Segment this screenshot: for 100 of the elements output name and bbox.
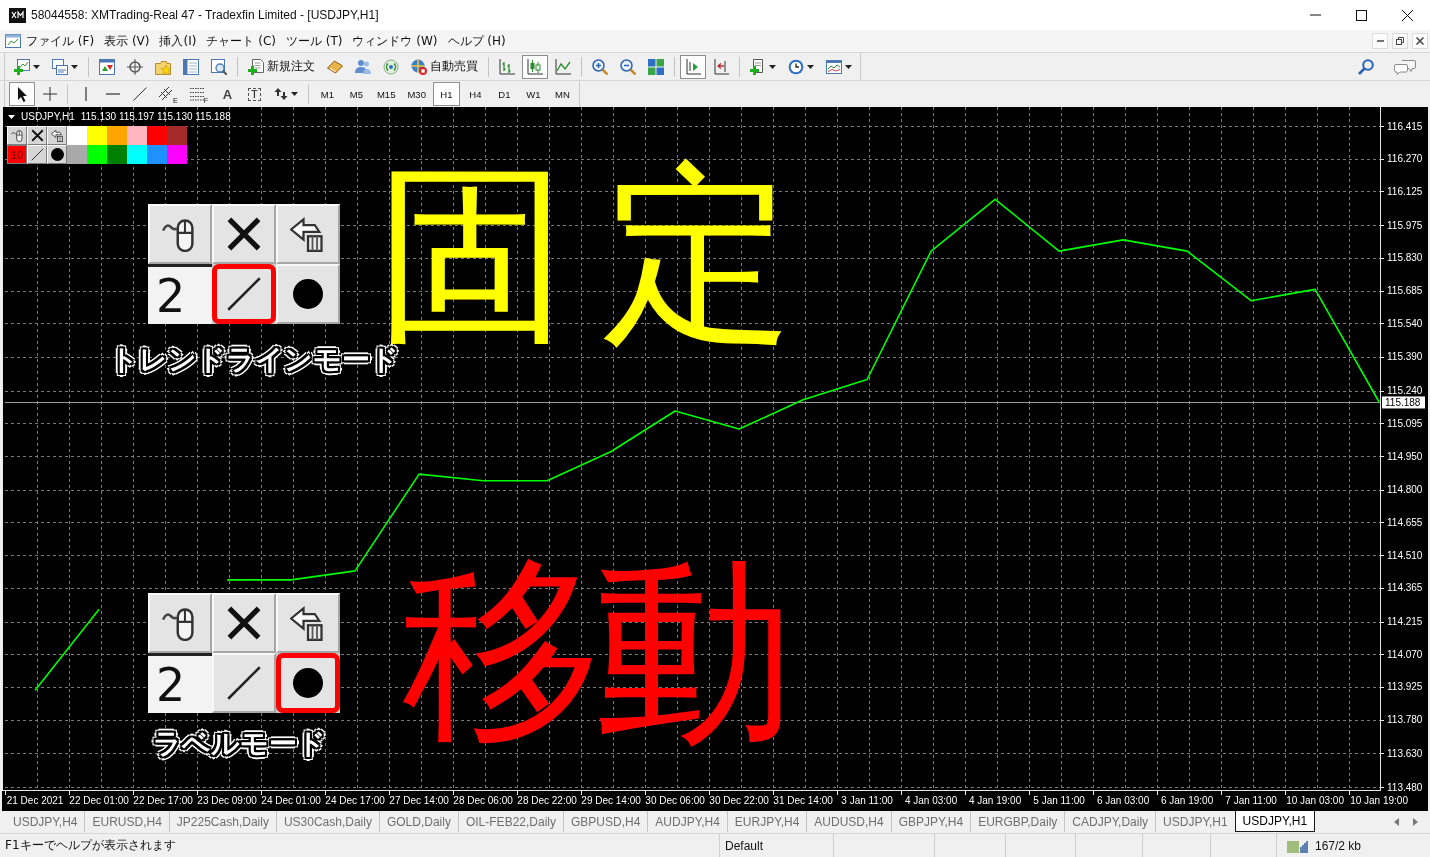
line-icon: [226, 276, 262, 312]
swatch-icon[interactable]: [147, 126, 167, 145]
price-axis-label: 114.510: [1387, 549, 1423, 561]
timeframe-button[interactable]: W1: [519, 82, 547, 106]
chart-tab[interactable]: AUDJPY,H4: [647, 811, 727, 832]
signal-icon: [383, 58, 399, 75]
menu-item[interactable]: 表示 (V): [99, 30, 155, 52]
close-icon: [226, 605, 262, 641]
menu-item[interactable]: ファイル (F): [21, 30, 100, 52]
price-axis-label: 116.415: [1387, 120, 1423, 132]
mouse-tool-button[interactable]: [7, 126, 27, 145]
timeframe-button[interactable]: M5: [342, 82, 370, 106]
swatch-icon[interactable]: [107, 145, 127, 164]
trendline-icon: [132, 87, 147, 101]
dot-icon: [293, 668, 323, 698]
price-axis-label: 115.390: [1387, 351, 1423, 363]
restore-button[interactable]: [1392, 33, 1408, 49]
price-axis-label: 113.480: [1387, 781, 1423, 793]
time-axis-label: 30 Dec 06:00: [645, 795, 705, 806]
time-axis-label: 10 Jan 19:00: [1350, 795, 1408, 806]
chart-tab[interactable]: GOLD,Daily: [378, 811, 458, 832]
chart-tab[interactable]: US30Cash,Daily: [275, 811, 379, 832]
magnifier-window-icon: [211, 58, 227, 75]
chart-tab[interactable]: USDJPY,H1: [1234, 811, 1316, 832]
mouse-tool-button[interactable]: [148, 204, 212, 264]
swatch-icon[interactable]: [167, 145, 187, 164]
mouse-tool-button[interactable]: [148, 593, 212, 653]
timeframe-button[interactable]: M30: [402, 82, 431, 106]
handwritten-label: 移動: [402, 551, 786, 751]
swatch-icon[interactable]: [147, 145, 167, 164]
menu-item[interactable]: ウィンドウ (W): [347, 30, 443, 52]
cursor-button[interactable]: [9, 82, 35, 106]
mode-caption: ラベルモード: [153, 727, 326, 761]
swatch-icon[interactable]: [127, 126, 147, 145]
time-axis-label: 24 Dec 01:00: [261, 795, 321, 806]
chart-tab[interactable]: CADJPY,Daily: [1064, 811, 1156, 832]
chart-tab[interactable]: EURJPY,H4: [726, 811, 807, 832]
people-icon: [355, 58, 371, 75]
menu-item[interactable]: 挿入(I): [154, 30, 202, 52]
label-tool-button[interactable]: T: [241, 82, 267, 106]
swatch-icon[interactable]: [67, 145, 87, 164]
size-field[interactable]: 2: [148, 264, 212, 324]
new-order-button[interactable]: 新規注文: [243, 54, 320, 79]
line-icon: [226, 665, 262, 701]
time-axis-label: 6 Jan 19:00: [1160, 795, 1214, 806]
minimize-button[interactable]: [1372, 33, 1388, 49]
zoom-out-icon: [620, 58, 636, 75]
vertical-line-icon: [84, 87, 87, 101]
price-axis-label: 114.070: [1387, 648, 1423, 660]
swatch-icon[interactable]: [87, 126, 107, 145]
menu-item[interactable]: チャート (C): [201, 30, 281, 52]
timeframe-button[interactable]: H1: [432, 82, 460, 106]
swatch-icon[interactable]: [127, 145, 147, 164]
swatch-icon[interactable]: [167, 126, 187, 145]
auto-scroll-button[interactable]: [680, 54, 706, 79]
chart-tab[interactable]: USDJPY,H1: [1155, 811, 1235, 832]
undo-tool-button[interactable]: [47, 126, 67, 145]
chart-tab[interactable]: EURUSD,H4: [84, 811, 169, 832]
back-arrow-icon: [290, 605, 326, 641]
price-axis-label: 114.655: [1387, 516, 1423, 528]
chart-tab[interactable]: USDJPY,H4: [6, 811, 85, 832]
timeframe-button[interactable]: M1: [313, 82, 341, 106]
chart-tab[interactable]: JP225Cash,Daily: [168, 811, 276, 832]
chart-tab[interactable]: OIL-FEB22,Daily: [457, 811, 563, 832]
chart-tab[interactable]: GBPJPY,H4: [890, 811, 971, 832]
swatch-icon[interactable]: [67, 126, 87, 145]
swatch-icon[interactable]: [107, 126, 127, 145]
horizontal-line-icon: [105, 93, 120, 95]
price-axis-label: 114.800: [1387, 484, 1423, 496]
chart-tab[interactable]: EURGBP,Daily: [970, 811, 1065, 832]
candlestick-button[interactable]: [522, 54, 548, 79]
folder-star-icon: [155, 58, 171, 75]
chat-icon: [1394, 58, 1416, 75]
price-axis-label: 114.215: [1387, 616, 1423, 628]
swatch-icon[interactable]: [87, 145, 107, 164]
undo-tool-button[interactable]: [276, 593, 340, 653]
close-tool-button[interactable]: [27, 126, 47, 145]
line-tool-button[interactable]: [212, 264, 276, 324]
close-tool-button[interactable]: [212, 593, 276, 653]
menu-item[interactable]: ヘルプ (H): [442, 30, 511, 52]
timeframe-button[interactable]: D1: [490, 82, 518, 106]
undo-tool-button[interactable]: [276, 204, 340, 264]
template-icon: [826, 58, 842, 75]
timeframe-button[interactable]: MN: [548, 82, 576, 106]
text-tool-button[interactable]: A: [214, 82, 240, 106]
right-arrow-icon: [1413, 817, 1418, 826]
price-axis-label: 113.630: [1387, 747, 1423, 759]
dot-icon: [50, 148, 64, 161]
dot-tool-button[interactable]: [276, 653, 340, 713]
timeframe-button[interactable]: H4: [461, 82, 489, 106]
price-axis-label: 114.365: [1387, 582, 1423, 594]
close-tool-button[interactable]: [212, 204, 276, 264]
chart-tab[interactable]: GBPUSD,H4: [563, 811, 648, 832]
auto-trading-button[interactable]: 自動売買: [406, 54, 483, 79]
close-button[interactable]: [1412, 33, 1428, 49]
timeframe-button[interactable]: M15: [371, 82, 401, 106]
chart-tab[interactable]: AUDUSD,H4: [806, 811, 891, 832]
time-axis-label: 3 Jan 11:00: [841, 795, 893, 806]
size-field[interactable]: 2: [148, 653, 212, 713]
menu-item[interactable]: ツール (T): [280, 30, 348, 52]
